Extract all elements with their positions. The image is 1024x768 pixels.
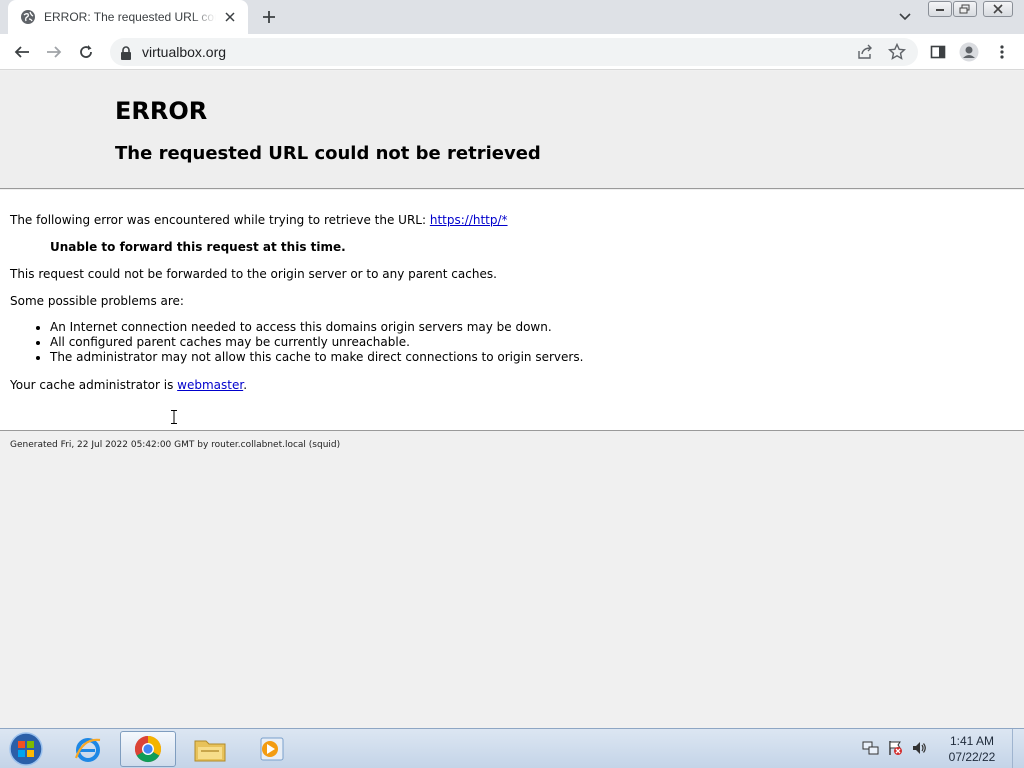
more-menu-icon[interactable]	[992, 42, 1012, 62]
admin-line: Your cache administrator is webmaster.	[10, 378, 247, 392]
clock-date: 07/22/22	[948, 750, 996, 764]
list-item: All configured parent caches may be curr…	[30, 335, 583, 350]
admin-text: Your cache administrator is	[10, 378, 178, 392]
tab-title: ERROR: The requested URL could not be re…	[44, 10, 216, 24]
requested-url-link[interactable]: https://http/*	[430, 213, 508, 227]
side-panel-icon[interactable]	[928, 42, 948, 62]
close-tab-icon[interactable]	[222, 9, 238, 25]
list-item: An Internet connection needed to access …	[30, 320, 583, 335]
error-detail: This request could not be forwarded to t…	[10, 267, 497, 281]
close-window-icon[interactable]	[983, 1, 1013, 17]
page-subtitle: The requested URL could not be retrieved	[115, 143, 541, 164]
folder-icon[interactable]	[182, 731, 238, 767]
media-player-icon[interactable]	[244, 731, 300, 767]
chevron-down-icon[interactable]	[896, 8, 914, 26]
text-cursor-icon	[171, 409, 177, 424]
system-tray	[862, 739, 928, 757]
profile-avatar-icon[interactable]	[959, 42, 979, 62]
webmaster-link[interactable]: webmaster	[177, 378, 243, 392]
clock-time: 1:41 AM	[949, 734, 995, 748]
admin-suffix: .	[243, 378, 248, 392]
taskbar: 1:41 AM 07/22/22	[0, 728, 1024, 768]
address-bar[interactable]: virtualbox.org	[110, 38, 918, 66]
star-icon[interactable]	[887, 42, 907, 61]
share-icon[interactable]	[856, 43, 874, 61]
error-body: The following error was encountered whil…	[0, 190, 1024, 431]
volume-icon[interactable]	[910, 739, 928, 757]
address-url: virtualbox.org	[142, 44, 227, 60]
page-content: ERROR The requested URL could not be ret…	[0, 71, 1024, 728]
minimize-icon[interactable]	[928, 1, 952, 17]
intro-line: The following error was encountered whil…	[10, 213, 508, 227]
intro-text: The following error was encountered whil…	[10, 213, 430, 227]
problems-intro: Some possible problems are:	[10, 294, 184, 308]
problems-list: An Internet connection needed to access …	[30, 320, 583, 365]
show-desktop-button[interactable]	[1012, 729, 1024, 768]
tab-strip: ERROR: The requested URL could not be re…	[0, 0, 1024, 34]
forward-arrow-icon[interactable]	[44, 42, 64, 62]
lock-icon[interactable]	[120, 45, 132, 60]
generated-footer: Generated Fri, 22 Jul 2022 05:42:00 GMT …	[10, 440, 341, 450]
list-item: The administrator may not allow this cac…	[30, 350, 583, 365]
page-title: ERROR	[115, 97, 208, 125]
globe-icon	[20, 9, 36, 25]
error-message: Unable to forward this request at this t…	[50, 240, 346, 254]
new-tab-icon[interactable]	[259, 7, 279, 27]
browser-toolbar: virtualbox.org	[0, 34, 1024, 70]
reload-icon[interactable]	[76, 42, 96, 62]
restore-icon[interactable]	[953, 1, 977, 17]
back-arrow-icon[interactable]	[12, 42, 32, 62]
action-center-flag-icon[interactable]	[886, 739, 904, 757]
system-clock[interactable]: 1:41 AM 07/22/22	[940, 733, 1004, 765]
start-button[interactable]	[6, 731, 46, 767]
network-icon[interactable]	[862, 739, 880, 757]
internet-explorer-icon[interactable]	[60, 731, 116, 767]
error-header: ERROR The requested URL could not be ret…	[0, 71, 1024, 189]
browser-tab[interactable]: ERROR: The requested URL could not be re…	[8, 0, 248, 34]
chrome-icon[interactable]	[120, 731, 176, 767]
